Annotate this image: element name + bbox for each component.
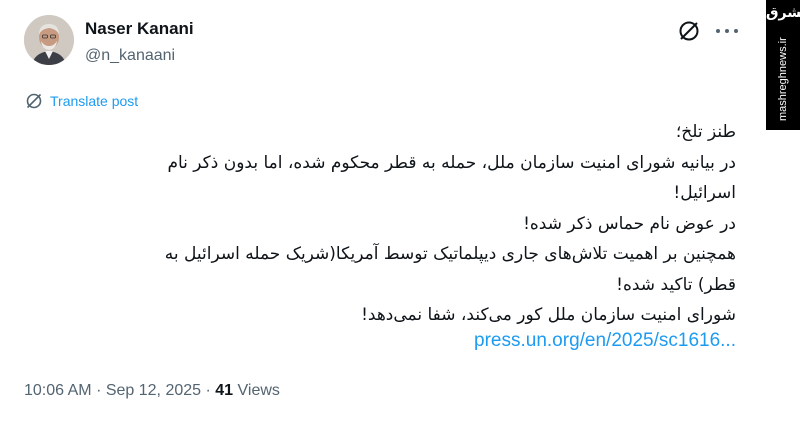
avatar[interactable] <box>24 15 74 65</box>
tweet-text: طنز تلخ؛ در بیانیه شورای امنیت سازمان مل… <box>24 117 736 331</box>
tweet-line: قطر) تاکید شده! <box>616 274 736 295</box>
translate-post-label: Translate post <box>50 93 139 109</box>
grok-icon[interactable] <box>676 18 702 44</box>
meta-separator: · <box>205 382 211 399</box>
tweet-line: در بیانیه شورای امنیت سازمان ملل، حمله ب… <box>167 152 736 173</box>
tweet-line: شورای امنیت سازمان ملل کور می‌کند، شفا ن… <box>361 305 736 325</box>
views-count[interactable]: 41 <box>215 382 233 399</box>
author-display-name[interactable]: Naser Kanani <box>85 19 194 39</box>
post-time[interactable]: 10:06 AM <box>24 382 92 399</box>
tweet-line: طنز تلخ؛ <box>675 122 736 142</box>
tweet-line: در عوض نام حماس ذکر شده! <box>523 213 736 234</box>
more-dots-icon[interactable] <box>712 22 742 40</box>
meta-separator: · <box>96 382 102 399</box>
watermark: مشرق mashreghnews.ir <box>766 0 800 130</box>
post-date[interactable]: Sep 12, 2025 <box>106 382 201 399</box>
tweet-link[interactable]: press.un.org/en/2025/sc1616... <box>474 330 736 352</box>
watermark-logo: مشرق <box>766 4 800 20</box>
views-label: Views <box>237 382 280 399</box>
avatar-photo <box>24 15 74 65</box>
translate-post-button[interactable]: Translate post <box>24 91 138 111</box>
tweet-meta: 10:06 AM · Sep 12, 2025 · 41 Views <box>24 382 280 400</box>
translate-icon <box>26 93 42 109</box>
watermark-url: mashreghnews.ir <box>777 37 789 121</box>
author-handle[interactable]: @n_kanaani <box>85 47 175 65</box>
tweet-line: همچنین بر اهمیت تلاش‌های جاری دیپلماتیک … <box>164 244 736 264</box>
tweet-line: اسرائیل! <box>673 183 736 203</box>
